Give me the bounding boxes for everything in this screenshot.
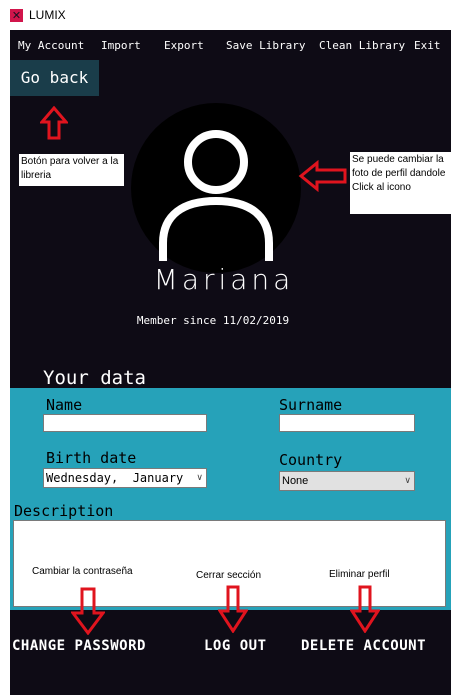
- arrow-down-annotation-icon: [350, 585, 380, 633]
- chevron-down-icon: ∨: [404, 476, 411, 486]
- window-title: LUMIX: [29, 8, 66, 22]
- country-value: None: [282, 475, 309, 487]
- name-input[interactable]: [43, 414, 207, 432]
- name-label: Name: [46, 396, 83, 414]
- birth-date-picker[interactable]: Wednesday, January ∨: [43, 468, 207, 488]
- annotation-go-back: Botón para volver a la libreria: [19, 154, 124, 186]
- chevron-down-icon: ∨: [196, 473, 203, 483]
- arrow-left-annotation-icon: [298, 160, 347, 192]
- menu-save-library[interactable]: Save Library: [226, 39, 305, 53]
- arrow-down-annotation-icon: [71, 587, 105, 635]
- menu-bar: My Account Import Export Save Library Cl…: [10, 30, 451, 60]
- description-label: Description: [14, 502, 114, 520]
- title-bar: ✕ LUMIX: [0, 0, 451, 30]
- annotation-avatar: Se puede cambiar la foto de perfil dando…: [350, 152, 451, 214]
- annotation-change-password: Cambiar la contraseña: [30, 564, 158, 580]
- country-select[interactable]: None ∨: [279, 471, 415, 491]
- country-label: Country: [279, 451, 343, 469]
- surname-label: Surname: [279, 396, 343, 414]
- member-since-text: Member since 11/02/2019: [136, 314, 290, 327]
- surname-input[interactable]: [279, 414, 415, 432]
- delete-account-button[interactable]: DELETE ACCOUNT: [301, 637, 426, 655]
- annotation-logout: Cerrar sección: [194, 568, 298, 584]
- profile-username: Mariana: [153, 263, 295, 296]
- menu-my-account[interactable]: My Account: [18, 39, 84, 53]
- change-password-button[interactable]: CHANGE PASSWORD: [12, 637, 146, 655]
- user-icon: [159, 130, 273, 261]
- arrow-down-annotation-icon: [218, 585, 248, 633]
- arrow-up-annotation-icon: [40, 106, 68, 140]
- app-logo-icon: ✕: [10, 9, 23, 22]
- birth-date-label: Birth date: [46, 449, 137, 467]
- menu-import[interactable]: Import: [101, 39, 141, 53]
- profile-avatar[interactable]: [131, 103, 301, 273]
- menu-export[interactable]: Export: [164, 39, 204, 53]
- logout-button[interactable]: LOG OUT: [204, 637, 267, 655]
- app-window: My Account Import Export Save Library Cl…: [10, 30, 451, 695]
- go-back-button[interactable]: Go back: [10, 60, 99, 96]
- birth-date-value: Wednesday, January: [46, 471, 184, 485]
- menu-clean-library[interactable]: Clean Library: [319, 39, 405, 53]
- your-data-heading: Your data: [43, 367, 146, 389]
- menu-exit[interactable]: Exit: [414, 39, 441, 53]
- annotation-delete: Eliminar perfil: [327, 567, 407, 583]
